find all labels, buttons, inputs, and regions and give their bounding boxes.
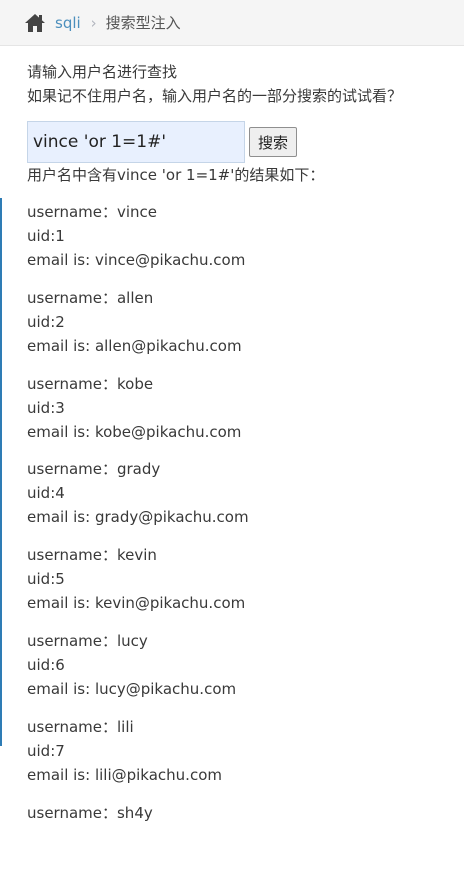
result-username: username：kevin [27,546,157,565]
result-username: username：allen [27,288,154,307]
chevron-right-icon: › [90,13,97,32]
result-username: username：vince [27,203,158,221]
breadcrumb-link-sqli[interactable]: sqli [55,14,81,32]
result-email: email is: kobe@pikachu.com [27,422,242,441]
result-email: email is: kevin@pikachu.com [27,594,246,613]
result-uid: uid:5 [27,570,65,589]
result-uid: uid:4 [27,484,65,503]
result-username: username：sh4y [27,803,153,822]
search-form: 搜索 [27,121,298,163]
search-input[interactable] [27,121,245,163]
list-item: username：vince uid:1 email is: vince@pikac… [27,200,452,286]
list-item: username：sh4y [27,801,452,886]
list-item: username：lucy uid:6 email is: lucy@pikachu… [27,629,452,715]
result-email: email is: lucy@pikachu.com [27,679,237,698]
result-username: username：kobe [27,374,154,393]
home-icon[interactable] [24,13,46,33]
result-username: username：grady [27,460,161,479]
result-summary: 用户名中含有vince 'or 1=1#'的结果如下： [27,166,325,184]
result-uid: uid:2 [27,312,65,331]
result-username: username：lili [27,717,134,736]
results-list: username：vince uid:1 email is: vince@pikac… [27,200,452,886]
search-button[interactable]: 搜索 [249,127,298,157]
list-item: username：kobe uid:3 email is: kobe@pikachu… [27,372,452,458]
result-uid: uid:7 [27,741,65,760]
result-email: email is: grady@pikachu.com [27,508,249,527]
result-uid: uid:1 [27,227,65,245]
prompt-line-2: 如果记不住用户名，输入用户名的一部分搜索的试试看？ [27,87,403,105]
result-uid: uid:3 [27,398,65,417]
list-item: username：grady uid:4 email is: grady@pikac… [27,457,452,543]
result-email: email is: allen@pikachu.com [27,336,242,355]
list-item: username：allen uid:2 email is: allen@pikac… [27,286,452,372]
result-uid: uid:6 [27,655,65,674]
breadcrumb: sqli › 搜索型注入 [0,0,464,46]
list-item: username：lili uid:7 email is: lili@pikachu… [27,715,452,801]
search-prompt: 请输入用户名进行查找 如果记不住用户名，输入用户名的一部分搜索的试试看？ [27,60,452,108]
result-email: email is: lili@pikachu.com [27,765,222,784]
content-left-border [0,198,2,746]
breadcrumb-current: 搜索型注入 [105,14,181,32]
list-item: username：kevin uid:5 email is: kevin@pikac… [27,543,452,629]
prompt-line-1: 请输入用户名进行查找 [27,63,178,81]
result-email: email is: vince@pikachu.com [27,251,246,269]
result-username: username：lucy [27,631,148,650]
